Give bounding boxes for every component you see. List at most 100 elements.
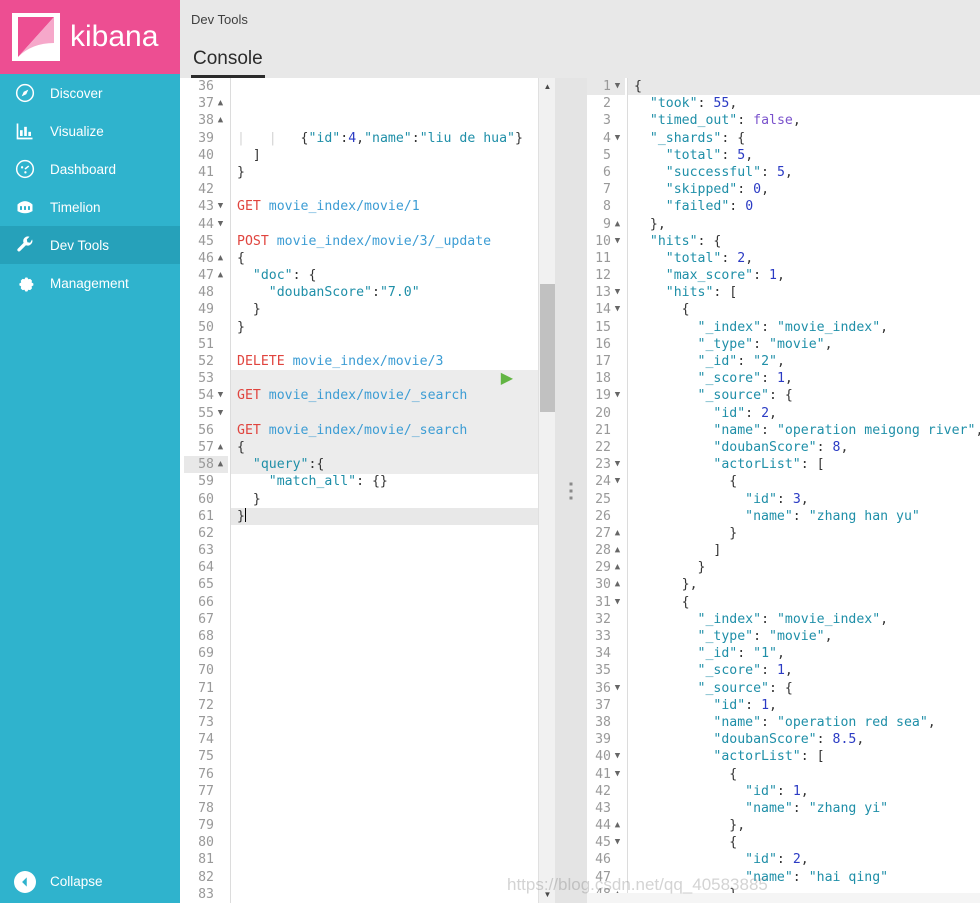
fold-open-icon[interactable]: ▼ [612, 680, 623, 697]
code-line[interactable]: "failed": 0 [634, 198, 980, 215]
kibana-brand[interactable]: kibana [0, 0, 180, 74]
code-line[interactable]: DELETE movie_index/movie/3 [237, 353, 555, 370]
fold-open-icon[interactable]: ▼ [215, 198, 226, 215]
fold-open-icon[interactable]: ▼ [612, 766, 623, 783]
fold-close-icon[interactable]: ▲ [612, 525, 623, 542]
code-line[interactable] [237, 680, 555, 697]
code-line[interactable]: ] [237, 147, 555, 164]
code-line[interactable] [237, 886, 555, 903]
fold-open-icon[interactable]: ▼ [215, 216, 226, 233]
code-line[interactable]: } [237, 319, 555, 336]
code-line[interactable]: "_id": "1", [634, 645, 980, 662]
fold-open-icon[interactable]: ▼ [215, 405, 226, 422]
code-line[interactable]: } [634, 525, 980, 542]
response-horizontal-scrollbar[interactable] [587, 893, 980, 903]
code-line[interactable]: "id": 2, [634, 851, 980, 868]
code-line[interactable]: "_shards": { [634, 130, 980, 147]
sidebar-item-dashboard[interactable]: Dashboard [0, 150, 180, 188]
request-code-lines[interactable]: | | {"id":4,"name":"liu de hua"} ]} GET … [231, 78, 555, 903]
code-line[interactable]: "name": "hai qing" [634, 869, 980, 886]
code-line[interactable] [237, 559, 555, 576]
fold-close-icon[interactable]: ▲ [215, 112, 226, 129]
code-line[interactable]: "doubanScore": 8, [634, 439, 980, 456]
fold-open-icon[interactable]: ▼ [612, 473, 623, 490]
code-line[interactable] [237, 834, 555, 851]
scroll-up-arrow[interactable]: ▲ [539, 78, 555, 95]
response-viewer-pane[interactable]: 1 ▼ 2 3 4 ▼ 5 6 7 8 9 ▲ 10 ▼ 11 12 13 ▼ 14 ▼ 15 16 17 18 19 ▼ 20 21… [587, 78, 980, 903]
fold-close-icon[interactable]: ▲ [215, 439, 226, 456]
fold-open-icon[interactable]: ▼ [612, 130, 623, 147]
code-line[interactable]: { [237, 250, 555, 267]
sidebar-item-timelion[interactable]: Timelion [0, 188, 180, 226]
code-line[interactable] [237, 645, 555, 662]
code-line[interactable] [237, 336, 555, 353]
code-line[interactable]: } [237, 491, 555, 508]
code-line[interactable] [237, 766, 555, 783]
code-line[interactable] [237, 662, 555, 679]
code-line[interactable] [237, 869, 555, 886]
code-line[interactable]: "doubanScore": 8.5, [634, 731, 980, 748]
scroll-down-arrow[interactable]: ▼ [539, 886, 555, 903]
code-line[interactable]: "took": 55, [634, 95, 980, 112]
fold-close-icon[interactable]: ▲ [612, 817, 623, 834]
code-line[interactable]: "actorList": [ [634, 456, 980, 473]
code-line[interactable] [237, 542, 555, 559]
code-line[interactable]: "max_score": 1, [634, 267, 980, 284]
code-line[interactable]: }, [634, 817, 980, 834]
code-line[interactable]: "total": 2, [634, 250, 980, 267]
fold-close-icon[interactable]: ▲ [612, 576, 623, 593]
code-line[interactable] [237, 800, 555, 817]
code-line[interactable]: { [634, 766, 980, 783]
code-line[interactable]: "id": 2, [634, 405, 980, 422]
scrollbar-thumb[interactable] [540, 284, 555, 412]
sidebar-item-management[interactable]: Management [0, 264, 180, 302]
fold-open-icon[interactable]: ▼ [215, 387, 226, 404]
code-line[interactable]: "total": 5, [634, 147, 980, 164]
fold-close-icon[interactable]: ▲ [612, 542, 623, 559]
code-line[interactable]: "name": "operation meigong river", [634, 422, 980, 439]
code-line[interactable] [237, 748, 555, 765]
fold-close-icon[interactable]: ▲ [612, 216, 623, 233]
pane-resizer[interactable] [555, 78, 587, 903]
code-line[interactable]: "_index": "movie_index", [634, 611, 980, 628]
code-line[interactable]: { [634, 594, 980, 611]
code-line[interactable]: "_score": 1, [634, 662, 980, 679]
fold-open-icon[interactable]: ▼ [612, 387, 623, 404]
code-line[interactable]: "actorList": [ [634, 748, 980, 765]
code-line[interactable]: "id": 3, [634, 491, 980, 508]
fold-open-icon[interactable]: ▼ [612, 834, 623, 851]
code-line[interactable]: GET movie_index/movie/1 [237, 198, 555, 215]
code-line[interactable]: "skipped": 0, [634, 181, 980, 198]
code-line[interactable] [237, 216, 555, 233]
fold-open-icon[interactable]: ▼ [612, 456, 623, 473]
code-line[interactable]: "_source": { [634, 680, 980, 697]
code-line[interactable]: POST movie_index/movie/3/_update [237, 233, 555, 250]
code-line[interactable]: } [634, 559, 980, 576]
code-line[interactable]: "_score": 1, [634, 370, 980, 387]
fold-open-icon[interactable]: ▼ [612, 233, 623, 250]
code-line[interactable] [237, 851, 555, 868]
fold-open-icon[interactable]: ▼ [612, 301, 623, 318]
code-line[interactable]: "doc": { [237, 267, 555, 284]
collapse-sidebar-button[interactable]: Collapse [0, 860, 180, 903]
code-line[interactable]: } [231, 507, 555, 525]
fold-close-icon[interactable]: ▲ [612, 559, 623, 576]
code-line[interactable]: "_source": { [634, 387, 980, 404]
code-line[interactable]: "_index": "movie_index", [634, 319, 980, 336]
code-line[interactable] [237, 817, 555, 834]
code-line[interactable] [237, 628, 555, 645]
code-line[interactable]: { [634, 301, 980, 318]
code-line[interactable]: "name": "zhang han yu" [634, 508, 980, 525]
play-triangle-icon[interactable]: ▶ [501, 370, 513, 387]
code-line[interactable]: "id": 1, [634, 783, 980, 800]
code-line[interactable]: { [628, 78, 980, 96]
code-line[interactable]: "hits": [ [634, 284, 980, 301]
code-line[interactable] [237, 731, 555, 748]
sidebar-item-dev-tools[interactable]: Dev Tools [0, 226, 180, 264]
code-line[interactable]: "name": "zhang yi" [634, 800, 980, 817]
sidebar-item-discover[interactable]: Discover [0, 74, 180, 112]
code-line[interactable] [237, 594, 555, 611]
code-line[interactable]: GET movie_index/movie/_search [237, 387, 555, 404]
code-line[interactable]: "successful": 5, [634, 164, 980, 181]
code-line[interactable]: GET movie_index/movie/_search [237, 422, 555, 439]
